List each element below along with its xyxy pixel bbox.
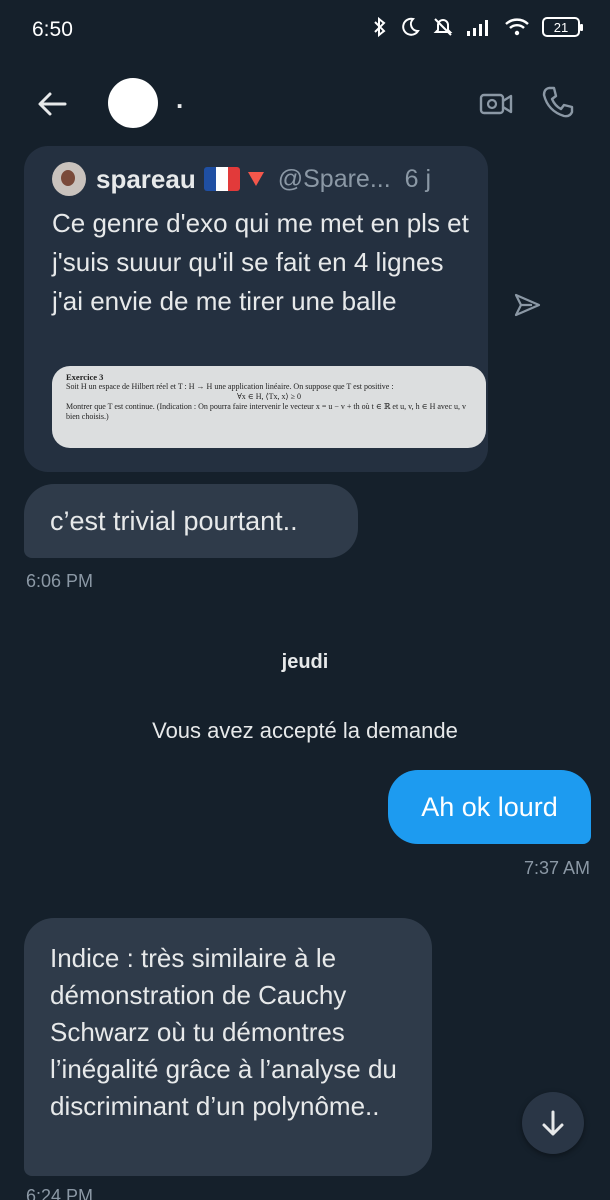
france-flag-icon — [203, 167, 240, 191]
wifi-icon — [505, 18, 529, 36]
quoted-tweet-age: 6 j — [404, 164, 432, 193]
contact-avatar[interactable] — [108, 78, 158, 128]
arrow-left-icon — [38, 92, 67, 116]
scroll-to-bottom-button[interactable] — [522, 1092, 584, 1154]
battery-indicator: 21 — [542, 17, 583, 37]
bluetooth-icon — [374, 16, 386, 38]
contact-name[interactable]: . — [176, 84, 183, 115]
exercise-formula: ∀x ∈ H, ⟨Tx, x⟩ ≥ 0 — [236, 392, 302, 401]
exercise-line2: Montrer que T est continue. (Indication … — [66, 402, 466, 421]
arrow-down-icon — [542, 1110, 564, 1136]
status-icons: 21 — [372, 16, 583, 38]
quoted-tweet-card[interactable]: spareau @Spare... 6 j Ce genre d'exo qui… — [24, 146, 488, 472]
share-button[interactable] — [512, 290, 542, 320]
red-triangle-icon — [247, 172, 264, 186]
quoted-tweet-image[interactable]: Exercice 3 Soit H un espace de Hilbert r… — [52, 366, 486, 448]
message-bubble-sent[interactable]: Ah ok lourd — [388, 770, 591, 844]
message-bubble-received[interactable]: c’est trivial pourtant.. — [24, 484, 358, 558]
back-button[interactable] — [32, 84, 72, 124]
message-timestamp: 6:24 PM — [26, 1186, 94, 1200]
day-separator: jeudi — [281, 651, 329, 673]
conversation-header: . — [0, 72, 610, 136]
quoted-tweet-header: spareau @Spare... 6 j — [52, 162, 472, 196]
status-bar: 6:50 21 — [0, 0, 610, 64]
quoted-author-handle: @Spare... — [277, 164, 391, 193]
status-time: 6:50 — [32, 18, 73, 41]
signal-icon — [467, 20, 488, 36]
quoted-tweet-text: Ce genre d'exo qui me met en pls et j'su… — [52, 208, 469, 316]
message-bubble-received[interactable]: Indice : très similaire à le démonstrati… — [24, 918, 432, 1176]
quoted-author-avatar — [52, 162, 86, 196]
message-timestamp: 6:06 PM — [26, 571, 94, 591]
exercise-line1: Soit H un espace de Hilbert réel et T : … — [66, 382, 394, 391]
video-call-button[interactable] — [478, 86, 514, 122]
quoted-author-name: spareau — [96, 163, 196, 194]
voice-call-button[interactable] — [540, 84, 576, 120]
mute-icon — [433, 18, 453, 36]
send-icon — [514, 293, 541, 317]
system-message: Vous avez accepté la demande — [152, 718, 458, 743]
message-timestamp: 7:37 AM — [523, 858, 590, 878]
exercise-title: Exercice 3 — [66, 372, 104, 382]
moon-icon — [402, 17, 420, 36]
phone-icon — [542, 86, 574, 118]
video-camera-icon — [479, 93, 513, 115]
